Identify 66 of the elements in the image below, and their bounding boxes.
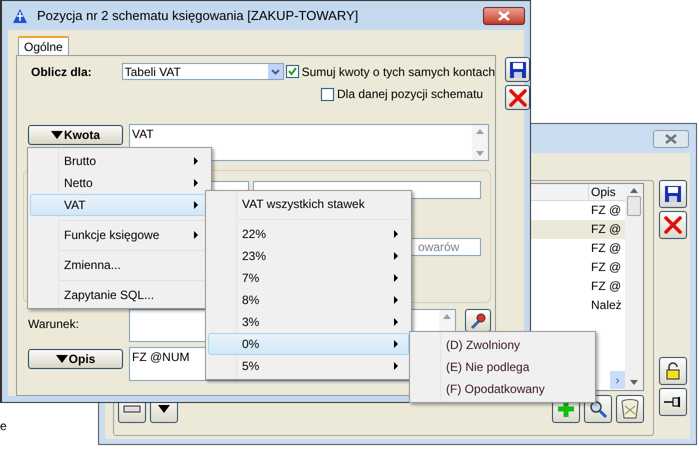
wrench-button[interactable] bbox=[465, 309, 491, 332]
table-cell-text: FZ @ bbox=[590, 221, 622, 238]
caret-icon bbox=[51, 131, 63, 139]
checkbox[interactable] bbox=[321, 88, 334, 100]
scroll-right-button[interactable]: › bbox=[610, 371, 625, 389]
menu-item[interactable]: (F) Opodatkowany bbox=[412, 378, 593, 400]
check-icon bbox=[288, 67, 297, 76]
background-text: e bbox=[0, 418, 7, 435]
table-cell-text: Należ bbox=[590, 297, 623, 314]
lock-button[interactable] bbox=[659, 357, 687, 385]
window-title: Pozycja nr 2 schematu księgowania [ZAKUP-TOWARY] bbox=[37, 6, 360, 25]
tab[interactable]: Ogólne bbox=[18, 36, 69, 55]
scroll-up-icon bbox=[476, 129, 484, 134]
close-icon bbox=[498, 10, 510, 20]
menu-item[interactable]: Zmienna... bbox=[30, 254, 209, 276]
field-label: Oblicz dla: bbox=[30, 64, 93, 80]
description-button[interactable]: Opis bbox=[28, 349, 123, 369]
close-icon bbox=[508, 88, 528, 108]
wrench-icon bbox=[469, 312, 487, 330]
scrollbar-thumb[interactable] bbox=[627, 196, 641, 216]
amount-textarea[interactable]: VAT bbox=[129, 124, 489, 161]
menu-item[interactable]: Zapytanie SQL... bbox=[30, 284, 209, 306]
menu-item[interactable]: 5% bbox=[208, 355, 409, 377]
menu-item[interactable]: 0% bbox=[208, 333, 409, 355]
menu-item[interactable]: Funkcje księgowe bbox=[30, 224, 209, 246]
scroll-up-icon bbox=[630, 188, 638, 193]
close-icon bbox=[665, 134, 677, 144]
menu-item[interactable]: (D) Zwolniony bbox=[412, 334, 593, 356]
menu-item[interactable]: 3% bbox=[208, 311, 409, 333]
checkbox[interactable] bbox=[286, 65, 299, 78]
floppy-icon bbox=[664, 185, 682, 203]
app-icon bbox=[12, 8, 28, 24]
scroll-down-icon bbox=[476, 151, 484, 156]
scrollbar[interactable] bbox=[625, 184, 643, 390]
window-close-button[interactable] bbox=[483, 6, 525, 24]
floppy-icon bbox=[508, 60, 526, 78]
calculate-for-dropdown[interactable]: Tabeli VAT bbox=[122, 63, 284, 80]
menu-item[interactable]: 7% bbox=[208, 267, 409, 289]
menu-item[interactable]: VAT wszystkich stawek bbox=[208, 193, 409, 215]
checkbox-option[interactable]: Dla danej pozycji schematu bbox=[321, 86, 484, 102]
field-label: Warunek: bbox=[28, 316, 80, 333]
pin-button[interactable] bbox=[659, 388, 687, 416]
table-cell-text: FZ @ bbox=[590, 278, 622, 295]
cancel-button[interactable] bbox=[505, 85, 530, 110]
table-cell-text: FZ @ bbox=[590, 202, 622, 219]
scroll-down-icon bbox=[630, 380, 638, 385]
padlock-icon bbox=[665, 362, 681, 380]
list-icon bbox=[123, 403, 141, 415]
save-button[interactable] bbox=[659, 180, 687, 208]
menu-item[interactable]: (E) Nie podlega bbox=[412, 356, 593, 378]
caret-icon bbox=[158, 405, 170, 413]
column-header[interactable]: Opis bbox=[589, 184, 625, 200]
close-icon bbox=[663, 215, 683, 235]
checkbox-option[interactable]: Sumuj kwoty o tych samych kontach bbox=[286, 62, 495, 80]
caret-icon bbox=[56, 355, 68, 363]
search-icon bbox=[588, 399, 608, 419]
trash-icon bbox=[620, 398, 640, 420]
menu-item[interactable]: Netto bbox=[30, 172, 209, 194]
cancel-button[interactable] bbox=[659, 211, 687, 239]
menu-item[interactable]: 8% bbox=[208, 289, 409, 311]
table-cell-text: FZ @ bbox=[590, 259, 622, 276]
pin-icon bbox=[663, 396, 683, 408]
table-cell-text: FZ @ bbox=[590, 240, 622, 257]
delete-button[interactable] bbox=[616, 395, 644, 423]
amount-button[interactable]: Kwota bbox=[28, 125, 123, 145]
save-button[interactable] bbox=[505, 57, 530, 82]
